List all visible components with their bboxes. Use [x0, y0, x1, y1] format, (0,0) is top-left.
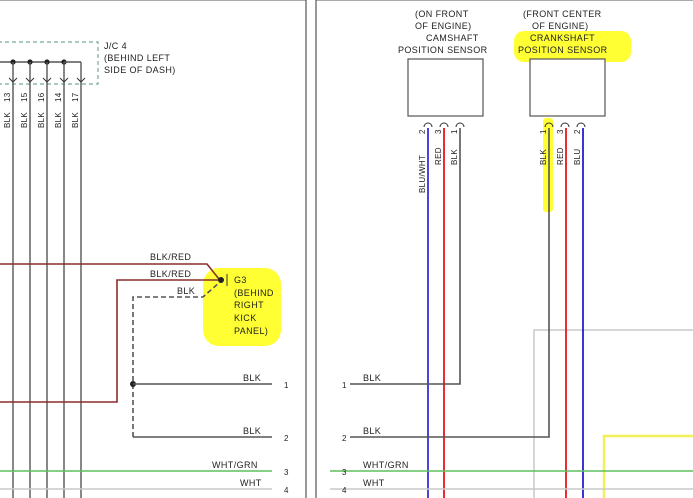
ground-node — [218, 277, 224, 283]
crank-wire-blk: BLK — [539, 149, 548, 165]
jc-pin-15: 15 — [20, 92, 29, 102]
ground-wire-label-mid: BLK/RED — [150, 269, 191, 279]
jc-pin-14: 14 — [54, 92, 63, 102]
left-row-1-num: 1 — [284, 381, 289, 390]
cam-pin-3: 3 — [434, 129, 443, 134]
cam-name-2: POSITION SENSOR — [398, 45, 488, 55]
junction-location-1: (BEHIND LEFT — [104, 53, 170, 63]
camshaft-sensor: (ON FRONT OF ENGINE) CAMSHAFT POSITION S… — [350, 9, 488, 498]
jc-pin-13: 13 — [3, 92, 12, 102]
right-row-4-wire: WHT — [363, 478, 385, 488]
crank-name-1: CRANKSHAFT — [530, 33, 595, 43]
jc-wire-label: BLK — [54, 112, 63, 128]
cam-name-1: CAMSHAFT — [426, 33, 479, 43]
left-row-1-wire: BLK — [243, 373, 261, 383]
right-row-1-wire: BLK — [363, 373, 381, 383]
cam-pin-1: 1 — [450, 129, 459, 134]
cam-sensor-box — [407, 58, 484, 117]
jc-pin-17: 17 — [71, 92, 80, 102]
ground-location-1: (BEHIND — [234, 288, 274, 298]
right-row-2-wire: BLK — [363, 426, 381, 436]
crank-wire-blu: BLU — [573, 149, 582, 165]
left-row-4-num: 4 — [284, 486, 289, 495]
cam-wire-blk: BLK — [450, 149, 459, 165]
jc-wire-label: BLK — [20, 112, 29, 128]
left-row-3-num: 3 — [284, 468, 289, 477]
cam-wires — [350, 128, 461, 498]
crank-location-2: OF ENGINE) — [532, 21, 589, 31]
jc-wire-label: BLK — [3, 112, 12, 128]
cam-pin-2: 2 — [418, 129, 427, 134]
junction-title: J/C 4 — [104, 41, 127, 51]
cam-wire-blu-wht: BLU/WHT — [418, 155, 427, 193]
junction-pin-labels: 13 15 16 14 17 — [3, 92, 80, 102]
junction-wire-labels: BLK BLK BLK BLK BLK — [3, 112, 80, 128]
ground-wire-label-dashed: BLK — [177, 286, 195, 296]
crank-pin-2: 2 — [573, 129, 582, 134]
crank-pin-1: 1 — [539, 129, 548, 134]
crank-pin-3: 3 — [556, 129, 565, 134]
left-rows: BLK 1 BLK 2 WHT/GRN 3 WHT 4 — [0, 373, 289, 495]
left-row-2-num: 2 — [284, 434, 289, 443]
junction-location-2: SIDE OF DASH) — [104, 65, 176, 75]
ground-wire-label-top: BLK/RED — [150, 252, 191, 262]
right-row-1-num: 1 — [342, 381, 347, 390]
left-row-2-wire: BLK — [243, 426, 261, 436]
ground-location-3: KICK — [234, 313, 257, 323]
right-row-3-num: 3 — [342, 468, 347, 477]
cam-wire-red: RED — [434, 147, 443, 165]
ground-location-4: PANEL) — [234, 326, 268, 336]
ground-name: G3 — [234, 275, 247, 285]
left-row-4-wire: WHT — [240, 478, 262, 488]
jc-wire-label: BLK — [37, 112, 46, 128]
cam-location-1: (ON FRONT — [415, 9, 469, 19]
crank-location-1: (FRONT CENTER — [523, 9, 602, 19]
right-row-4-num: 4 — [342, 486, 347, 495]
left-row-3-wire: WHT/GRN — [212, 460, 258, 470]
right-rows: 1 BLK 2 BLK 3 WHT/GRN 4 WHT — [330, 373, 693, 495]
crank-wire-red: RED — [556, 147, 565, 165]
right-row-2-num: 2 — [342, 434, 347, 443]
right-row-3-wire: WHT/GRN — [363, 460, 409, 470]
jc-pin-16: 16 — [37, 92, 46, 102]
jc-wire-label: BLK — [71, 112, 80, 128]
crank-sensor-box — [529, 58, 606, 117]
wiring-diagram: J/C 4 (BEHIND LEFT SIDE OF DASH) 13 15 1… — [0, 0, 693, 498]
ground-location-2: RIGHT — [234, 300, 264, 310]
cam-location-2: OF ENGINE) — [415, 21, 472, 31]
crank-name-2: POSITION SENSOR — [518, 45, 608, 55]
